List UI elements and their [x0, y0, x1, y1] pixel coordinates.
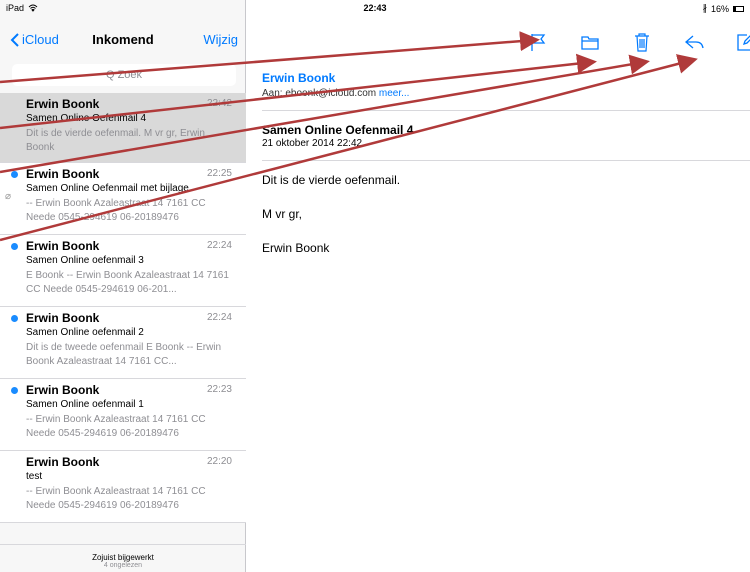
attachment-icon: ⌀: [5, 191, 12, 202]
flag-button[interactable]: [520, 30, 556, 54]
message-sender: Erwin Boonk: [26, 97, 100, 111]
message-subject: Samen Online oefenmail 1: [26, 399, 144, 410]
message-time: 22:24: [206, 240, 232, 251]
message-row[interactable]: Erwin Boonk 22:24 Samen Online oefenmail…: [0, 307, 246, 379]
message-toolbar: [520, 30, 750, 54]
message-subject: Samen Online Oefenmail met bijlage: [26, 183, 189, 194]
mailbox-navbar: iCloud Inkomend Wijzig: [0, 22, 246, 58]
message-list: Erwin Boonk 22:42 Samen Online Oefenmail…: [0, 93, 246, 523]
message-row[interactable]: Erwin Boonk 22:24 Samen Online oefenmail…: [0, 235, 246, 307]
reply-icon: [685, 35, 704, 49]
bluetooth-icon: ∦: [702, 3, 707, 13]
trash-icon: [635, 33, 649, 52]
message-subject: Samen Online oefenmail 2: [26, 327, 144, 338]
body-line: Erwin Boonk: [262, 241, 330, 255]
message-sender: Erwin Boonk: [26, 167, 100, 181]
message-to: Aan: eboonk@icloud.com meer...: [262, 88, 409, 99]
more-link[interactable]: meer...: [379, 88, 410, 99]
compose-icon: [737, 34, 750, 51]
mailbox-pane: iCloud Inkomend Wijzig Q Zoek Erwin Boon…: [0, 0, 246, 572]
recipient: Aan: eboonk@icloud.com: [262, 88, 377, 99]
message-from[interactable]: Erwin Boonk: [262, 71, 335, 85]
message-row[interactable]: ⌀ Erwin Boonk 22:25 Samen Online Oefenma…: [0, 163, 246, 235]
message-subject: Samen Online Oefenmail 4: [26, 113, 147, 124]
reply-button[interactable]: [676, 30, 712, 54]
search-field[interactable]: Q Zoek: [12, 64, 236, 86]
message-time: 22:20: [206, 456, 232, 467]
body-line: M vr gr,: [262, 207, 303, 221]
update-status: Zojuist bijgewerkt: [92, 553, 154, 562]
folder-button[interactable]: [572, 30, 608, 54]
status-time: 22:43: [363, 3, 387, 13]
message-subject: Samen Online oefenmail 3: [26, 255, 144, 266]
divider: [262, 160, 750, 161]
message-time: 22:24: [206, 312, 232, 323]
message-time: 22:42: [206, 98, 232, 109]
message-preview: -- Erwin Boonk Azaleastraat 14 7161 CC N…: [26, 198, 206, 223]
message-preview: E Boonk -- Erwin Boonk Azaleastraat 14 7…: [26, 270, 229, 295]
message-date: 21 oktober 2014 22:42: [262, 138, 363, 149]
divider: [262, 110, 750, 111]
message-preview: -- Erwin Boonk Azaleastraat 14 7161 CC N…: [26, 486, 206, 511]
battery-icon: [733, 5, 744, 12]
message-title: Samen Online Oefenmail 4: [262, 123, 414, 137]
folder-icon: [581, 36, 599, 50]
message-row[interactable]: Erwin Boonk 22:42 Samen Online Oefenmail…: [0, 93, 246, 163]
message-sender: Erwin Boonk: [26, 383, 100, 397]
message-preview: -- Erwin Boonk Azaleastraat 14 7161 CC N…: [26, 414, 206, 439]
message-time: 22:23: [206, 384, 232, 395]
edit-button[interactable]: Wijzig: [203, 32, 238, 47]
message-sender: Erwin Boonk: [26, 455, 100, 469]
mailbox-footer: Zojuist bijgewerkt 4 ongelezen: [0, 544, 246, 572]
message-body: Dit is de vierde oefenmail. M vr gr, Erw…: [262, 172, 400, 274]
body-line: Dit is de vierde oefenmail.: [262, 173, 401, 187]
status-bar: iPad 22:43 ∦ 16%: [0, 0, 750, 18]
message-preview: Dit is de vierde oefenmail. M vr gr, Erw…: [26, 128, 205, 153]
message-row[interactable]: Erwin Boonk 22:20 test -- Erwin Boonk Az…: [0, 451, 246, 523]
unread-dot-icon: [11, 171, 18, 178]
compose-button[interactable]: [728, 30, 750, 54]
message-sender: Erwin Boonk: [26, 311, 100, 325]
message-subject: test: [26, 471, 43, 482]
unread-count: 4 ongelezen: [103, 562, 143, 569]
flag-icon: [531, 34, 546, 51]
trash-button[interactable]: [624, 30, 660, 54]
unread-dot-icon: [11, 243, 18, 250]
mail-app: iCloud Inkomend Wijzig Q Zoek Erwin Boon…: [0, 0, 750, 572]
message-row[interactable]: Erwin Boonk 22:23 Samen Online oefenmail…: [0, 379, 246, 451]
message-time: 22:25: [206, 168, 232, 179]
battery-percent: 16%: [710, 3, 729, 14]
unread-dot-icon: [11, 315, 18, 322]
message-sender: Erwin Boonk: [26, 239, 100, 253]
message-preview: Dit is de tweede oefenmail E Boonk -- Er…: [26, 342, 222, 367]
unread-dot-icon: [11, 387, 18, 394]
